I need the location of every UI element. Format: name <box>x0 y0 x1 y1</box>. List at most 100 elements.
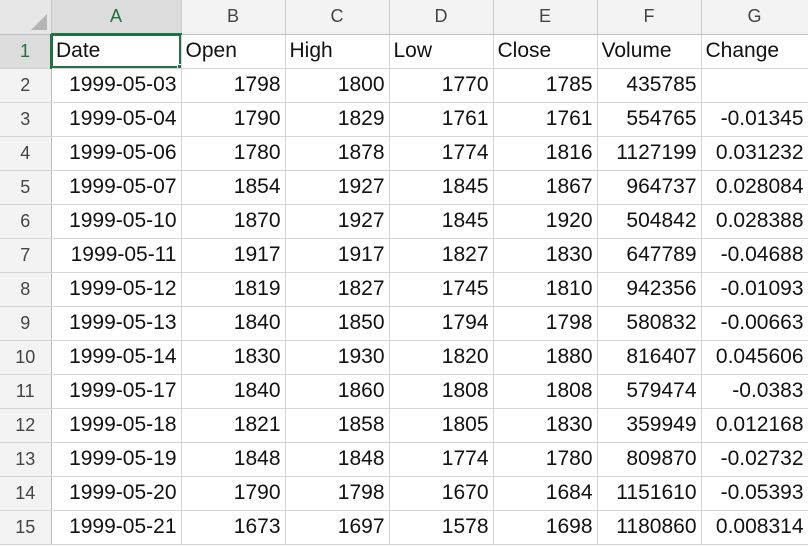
cell-b5[interactable]: 1854 <box>181 170 286 205</box>
cell-f4[interactable]: 1127199 <box>597 136 702 171</box>
cell-b10[interactable]: 1830 <box>181 340 286 375</box>
cell-d5[interactable]: 1845 <box>389 170 494 205</box>
cell-a12[interactable]: 1999-05-18 <box>51 408 182 443</box>
row-header-13[interactable]: 13 <box>0 442 52 477</box>
cell-g2[interactable] <box>701 68 808 103</box>
row-header-14[interactable]: 14 <box>0 476 52 511</box>
cell-d13[interactable]: 1774 <box>389 442 494 477</box>
row-header-4[interactable]: 4 <box>0 136 52 171</box>
cell-b13[interactable]: 1848 <box>181 442 286 477</box>
cell-g5[interactable]: 0.028084 <box>701 170 808 205</box>
cell-c3[interactable]: 1829 <box>285 102 390 137</box>
cell-c6[interactable]: 1927 <box>285 204 390 239</box>
cell-g12[interactable]: 0.012168 <box>701 408 808 443</box>
cell-d1[interactable]: Low <box>389 34 494 69</box>
cell-c11[interactable]: 1860 <box>285 374 390 409</box>
row-header-15[interactable]: 15 <box>0 510 52 545</box>
cell-b3[interactable]: 1790 <box>181 102 286 137</box>
cell-f13[interactable]: 809870 <box>597 442 702 477</box>
column-header-c[interactable]: C <box>285 0 390 35</box>
active-cell-a1[interactable]: Date <box>51 34 182 69</box>
cell-a10[interactable]: 1999-05-14 <box>51 340 182 375</box>
column-header-f[interactable]: F <box>597 0 702 35</box>
cell-d14[interactable]: 1670 <box>389 476 494 511</box>
column-header-g[interactable]: G <box>701 0 808 35</box>
cell-e13[interactable]: 1780 <box>493 442 598 477</box>
cell-g10[interactable]: 0.045606 <box>701 340 808 375</box>
column-header-d[interactable]: D <box>389 0 494 35</box>
row-header-3[interactable]: 3 <box>0 102 52 137</box>
cell-e5[interactable]: 1867 <box>493 170 598 205</box>
cell-b4[interactable]: 1780 <box>181 136 286 171</box>
column-header-b[interactable]: B <box>181 0 286 35</box>
row-header-8[interactable]: 8 <box>0 272 52 307</box>
cell-c5[interactable]: 1927 <box>285 170 390 205</box>
cell-a6[interactable]: 1999-05-10 <box>51 204 182 239</box>
row-header-7[interactable]: 7 <box>0 238 52 273</box>
cell-d15[interactable]: 1578 <box>389 510 494 545</box>
cell-f3[interactable]: 554765 <box>597 102 702 137</box>
row-header-5[interactable]: 5 <box>0 170 52 205</box>
cell-e3[interactable]: 1761 <box>493 102 598 137</box>
cell-b15[interactable]: 1673 <box>181 510 286 545</box>
cell-d3[interactable]: 1761 <box>389 102 494 137</box>
row-header-6[interactable]: 6 <box>0 204 52 239</box>
row-header-11[interactable]: 11 <box>0 374 52 409</box>
cell-b1[interactable]: Open <box>181 34 286 69</box>
select-all-corner[interactable] <box>0 0 52 35</box>
cell-g11[interactable]: -0.0383 <box>701 374 808 409</box>
cell-f8[interactable]: 942356 <box>597 272 702 307</box>
cell-d6[interactable]: 1845 <box>389 204 494 239</box>
cell-a11[interactable]: 1999-05-17 <box>51 374 182 409</box>
cell-f7[interactable]: 647789 <box>597 238 702 273</box>
cell-d9[interactable]: 1794 <box>389 306 494 341</box>
cell-c15[interactable]: 1697 <box>285 510 390 545</box>
cell-e7[interactable]: 1830 <box>493 238 598 273</box>
cell-d7[interactable]: 1827 <box>389 238 494 273</box>
cell-a13[interactable]: 1999-05-19 <box>51 442 182 477</box>
column-header-e[interactable]: E <box>493 0 598 35</box>
cell-c9[interactable]: 1850 <box>285 306 390 341</box>
cell-e12[interactable]: 1830 <box>493 408 598 443</box>
row-header-12[interactable]: 12 <box>0 408 52 443</box>
cell-a5[interactable]: 1999-05-07 <box>51 170 182 205</box>
cell-a3[interactable]: 1999-05-04 <box>51 102 182 137</box>
cell-g8[interactable]: -0.01093 <box>701 272 808 307</box>
cell-f11[interactable]: 579474 <box>597 374 702 409</box>
cell-b6[interactable]: 1870 <box>181 204 286 239</box>
cell-b7[interactable]: 1917 <box>181 238 286 273</box>
cell-c1[interactable]: High <box>285 34 390 69</box>
cell-d8[interactable]: 1745 <box>389 272 494 307</box>
cell-a4[interactable]: 1999-05-06 <box>51 136 182 171</box>
cell-c13[interactable]: 1848 <box>285 442 390 477</box>
cell-b2[interactable]: 1798 <box>181 68 286 103</box>
cell-a7[interactable]: 1999-05-11 <box>51 238 182 273</box>
cell-a14[interactable]: 1999-05-20 <box>51 476 182 511</box>
cell-f1[interactable]: Volume <box>597 34 702 69</box>
cell-d12[interactable]: 1805 <box>389 408 494 443</box>
cell-g1[interactable]: Change <box>701 34 808 69</box>
cell-a2[interactable]: 1999-05-03 <box>51 68 182 103</box>
cell-g15[interactable]: 0.008314 <box>701 510 808 545</box>
cell-e11[interactable]: 1808 <box>493 374 598 409</box>
cell-e2[interactable]: 1785 <box>493 68 598 103</box>
cell-b12[interactable]: 1821 <box>181 408 286 443</box>
row-header-9[interactable]: 9 <box>0 306 52 341</box>
cell-a15[interactable]: 1999-05-21 <box>51 510 182 545</box>
cell-e4[interactable]: 1816 <box>493 136 598 171</box>
cell-e15[interactable]: 1698 <box>493 510 598 545</box>
fill-handle[interactable] <box>176 63 180 67</box>
cell-d10[interactable]: 1820 <box>389 340 494 375</box>
cell-f2[interactable]: 435785 <box>597 68 702 103</box>
cell-b9[interactable]: 1840 <box>181 306 286 341</box>
cell-g13[interactable]: -0.02732 <box>701 442 808 477</box>
cell-f9[interactable]: 580832 <box>597 306 702 341</box>
cell-e1[interactable]: Close <box>493 34 598 69</box>
cell-a8[interactable]: 1999-05-12 <box>51 272 182 307</box>
cell-c8[interactable]: 1827 <box>285 272 390 307</box>
cell-f15[interactable]: 1180860 <box>597 510 702 545</box>
cell-g6[interactable]: 0.028388 <box>701 204 808 239</box>
cell-f14[interactable]: 1151610 <box>597 476 702 511</box>
cell-c12[interactable]: 1858 <box>285 408 390 443</box>
cell-e8[interactable]: 1810 <box>493 272 598 307</box>
